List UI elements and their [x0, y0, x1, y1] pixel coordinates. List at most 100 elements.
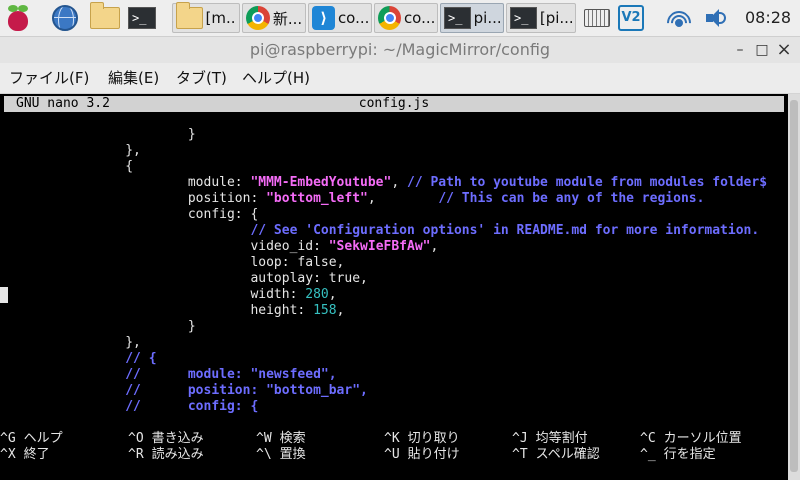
- web-browser-launcher[interactable]: [52, 3, 78, 33]
- window-title: pi@raspberrypi: ~/MagicMirror/config: [249, 40, 551, 59]
- nano-shortcut: ^\ 置換: [256, 447, 306, 463]
- code-token: "SekwIeFBfAw": [328, 239, 431, 254]
- code-token: },: [0, 143, 141, 158]
- code-token: 280: [305, 287, 329, 302]
- menu-edit[interactable]: 編集(E): [108, 63, 159, 93]
- code-token: module:: [0, 175, 251, 190]
- code-token: // Path to youtube module from modules f…: [407, 175, 768, 190]
- keyboard-icon: [584, 9, 610, 27]
- code-token: config: {: [0, 207, 259, 222]
- web-browser-icon: [52, 5, 78, 31]
- nano-shortcut: ^X 終了: [0, 447, 50, 463]
- chromium-icon: [246, 6, 270, 30]
- code-line: // {: [0, 351, 156, 367]
- code-token: width:: [0, 287, 306, 302]
- terminal-area[interactable]: GNU nano 3.2 config.js } }, { module: "M…: [0, 94, 788, 480]
- code-line: // module: "newsfeed",: [0, 367, 337, 383]
- code-line: // config: {: [0, 399, 258, 415]
- shortcut-label: 均等割付: [535, 431, 588, 446]
- wifi-icon: [666, 7, 692, 29]
- keyboard-button[interactable]: [584, 3, 610, 33]
- code-token: ,: [391, 175, 407, 190]
- shortcut-key: ^T: [512, 447, 528, 462]
- nano-titlebar: GNU nano 3.2 config.js: [4, 96, 784, 112]
- taskbar-window-folder[interactable]: [m...: [172, 2, 240, 33]
- file-manager-launcher[interactable]: [90, 2, 120, 33]
- vnc-icon: V2: [618, 5, 644, 31]
- volume-icon: [704, 7, 730, 29]
- scrollbar-thumb[interactable]: [790, 100, 798, 472]
- shortcut-key: ^J: [512, 431, 528, 446]
- nano-shortcut: ^K 切り取り: [384, 431, 460, 447]
- shortcut-key: ^O: [128, 431, 144, 446]
- menu-help[interactable]: ヘルプ(H): [242, 63, 310, 93]
- shortcut-key: ^_: [640, 447, 656, 462]
- window-titlebar[interactable]: pi@raspberrypi: ~/MagicMirror/config – □…: [0, 37, 800, 63]
- taskbar-window-terminal-1[interactable]: >_ pi...: [440, 3, 504, 33]
- code-token: loop: false,: [0, 255, 345, 270]
- shortcut-label: 終了: [23, 447, 50, 462]
- file-manager-icon: [90, 2, 120, 29]
- vscode-icon: ⟩: [312, 6, 335, 30]
- shortcut-label: 置換: [279, 447, 306, 462]
- shortcut-key: ^X: [0, 447, 16, 462]
- code-token: "MMM-EmbedYoutube": [250, 175, 392, 190]
- taskbar-window-terminal-2[interactable]: >_ [pi...: [506, 3, 576, 33]
- shortcut-key: ^K: [384, 431, 400, 446]
- folder-icon: [176, 2, 203, 29]
- shortcut-label: 貼り付け: [407, 447, 460, 462]
- code-line: module: "MMM-EmbedYoutube", // Path to y…: [0, 175, 767, 191]
- nano-shortcut: ^R 読み込み: [128, 447, 204, 463]
- menu-tab[interactable]: タブ(T): [176, 63, 227, 93]
- code-token: }: [0, 127, 196, 142]
- shortcut-label: カーソル位置: [663, 431, 742, 446]
- vnc-button[interactable]: V2: [618, 3, 644, 33]
- code-token: ,: [328, 287, 337, 302]
- shortcut-label: 書き込み: [151, 431, 204, 446]
- volume-button[interactable]: [704, 3, 730, 33]
- nano-filename: config.js: [358, 96, 430, 111]
- maximize-button[interactable]: □: [752, 37, 772, 63]
- code-token: "bottom_left": [266, 191, 368, 206]
- nano-shortcut: ^J 均等割付: [512, 431, 588, 447]
- taskbar-window-vscode[interactable]: ⟩ co...: [308, 3, 372, 33]
- code-line: }: [0, 319, 196, 335]
- clock[interactable]: 08:28: [745, 0, 791, 36]
- code-token: ,: [367, 191, 439, 206]
- terminal-icon: >_: [128, 7, 156, 29]
- nano-shortcut: ^G ヘルプ: [0, 431, 63, 447]
- terminal-launcher[interactable]: >_: [128, 3, 156, 33]
- code-line: // See 'Configuration options' in README…: [0, 223, 759, 239]
- wifi-button[interactable]: [666, 3, 692, 33]
- code-line: width: 280,: [0, 287, 337, 303]
- raspberry-pi-menu-button[interactable]: [6, 3, 30, 33]
- menu-file[interactable]: ファイル(F): [9, 63, 89, 93]
- close-button[interactable]: ×: [774, 37, 794, 63]
- code-line: autoplay: true,: [0, 271, 367, 287]
- code-line: height: 158,: [0, 303, 344, 319]
- taskbar-window-label: 新...: [272, 9, 302, 28]
- shortcut-label: 切り取り: [407, 431, 460, 446]
- nano-shortcut: ^W 検索: [256, 431, 306, 447]
- shortcut-key: ^W: [256, 431, 272, 446]
- taskbar-window-label: [m...: [205, 9, 236, 27]
- taskbar-window-chromium-1[interactable]: 新...: [242, 3, 306, 33]
- code-token: video_id:: [0, 239, 329, 254]
- menubar: ファイル(F) 編集(E) タブ(T) ヘルプ(H): [0, 63, 800, 94]
- raspberry-pi-menu-icon: [6, 5, 30, 31]
- shortcut-key: ^R: [128, 447, 144, 462]
- code-token: {: [0, 159, 134, 174]
- nano-shortcut: ^C カーソル位置: [640, 431, 742, 447]
- shortcut-key: ^G: [0, 431, 16, 446]
- code-line: },: [0, 143, 141, 159]
- taskbar-window-label: [pi...: [539, 9, 572, 27]
- nano-shortcut: ^T スペル確認: [512, 447, 600, 463]
- code-line: loop: false,: [0, 255, 344, 271]
- code-token: // module: "newsfeed",: [0, 367, 337, 382]
- code-token: // config: {: [0, 399, 259, 414]
- minimize-button[interactable]: –: [730, 37, 750, 63]
- taskbar-window-chromium-2[interactable]: co...: [374, 3, 438, 33]
- terminal-icon: >_: [444, 7, 471, 29]
- code-line: video_id: "SekwIeFBfAw",: [0, 239, 438, 255]
